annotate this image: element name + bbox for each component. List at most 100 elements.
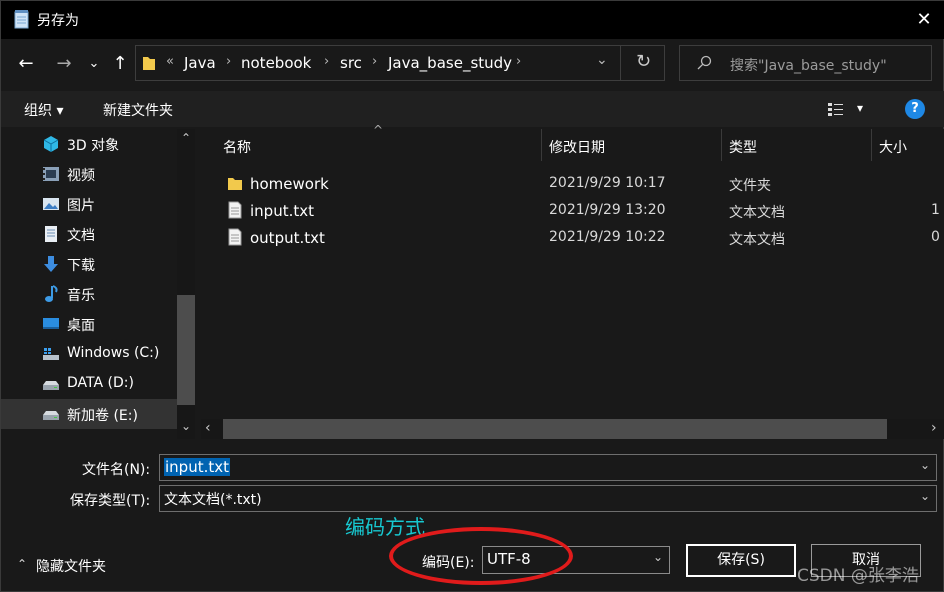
- file-date: 2021/9/29 10:22: [549, 229, 666, 245]
- navigation-pane: 3D 对象 视频 图片 文档 下载 音乐 桌面 Windows (C:) DAT…: [1, 129, 197, 439]
- view-options-icon[interactable]: [827, 101, 845, 117]
- text-file-icon: [228, 201, 242, 219]
- search-input[interactable]: 搜索"Java_base_study": [730, 55, 887, 75]
- sidebar-item-label: 新加卷 (E:): [67, 408, 138, 424]
- close-icon[interactable]: ✕: [909, 5, 939, 35]
- help-icon[interactable]: ?: [905, 99, 925, 119]
- view-dropdown-arrow[interactable]: ▾: [857, 101, 863, 115]
- sidebar-item-label: 视频: [67, 168, 95, 184]
- sort-ascending-icon: ^: [373, 123, 384, 137]
- sidebar-item-desktop[interactable]: 桌面: [1, 309, 177, 339]
- sidebar-item-drive-c[interactable]: Windows (C:): [1, 339, 177, 369]
- drive-e-icon: [43, 411, 59, 420]
- filetype-label: 保存类型(T):: [70, 493, 151, 509]
- column-header-name[interactable]: 名称: [223, 137, 251, 157]
- address-bar[interactable]: « Java › notebook › src › Java_base_stud…: [135, 45, 665, 81]
- sidebar-item-pictures[interactable]: 图片: [1, 189, 177, 219]
- sidebar-item-drive-d[interactable]: DATA (D:): [1, 369, 177, 399]
- filetype-value: 文本文档(*.txt): [164, 492, 262, 508]
- file-type: 文件夹: [729, 178, 771, 194]
- column-header-type[interactable]: 类型: [729, 137, 757, 157]
- scroll-left-icon[interactable]: ‹: [205, 420, 211, 436]
- sidebar-item-label: DATA (D:): [67, 375, 134, 391]
- drive-d-icon: [43, 381, 59, 390]
- column-divider[interactable]: [721, 129, 722, 161]
- annotation-oval: [389, 527, 573, 585]
- file-row-homework[interactable]: homework 2021/9/29 10:17 文件夹: [201, 170, 944, 197]
- text-file-icon: [228, 228, 242, 246]
- file-row-input[interactable]: input.txt 2021/9/29 13:20 文本文档 1: [201, 197, 944, 224]
- column-header-date[interactable]: 修改日期: [549, 137, 605, 157]
- filename-label: 文件名(N):: [82, 462, 151, 478]
- filetype-select[interactable]: 文本文档(*.txt) ⌄: [159, 485, 937, 512]
- file-row-output[interactable]: output.txt 2021/9/29 10:22 文本文档 0: [201, 224, 944, 251]
- folder-icon: [228, 178, 242, 190]
- sidebar-item-label: 文档: [67, 228, 95, 244]
- breadcrumb-notebook[interactable]: notebook: [241, 54, 311, 72]
- new-folder-button[interactable]: 新建文件夹: [103, 100, 173, 120]
- desktop-icon: [43, 318, 59, 329]
- sidebar-item-music[interactable]: 音乐: [1, 279, 177, 309]
- filename-input[interactable]: input.txt: [164, 458, 230, 476]
- file-date: 2021/9/29 10:17: [549, 175, 666, 191]
- search-icon: [697, 55, 712, 70]
- chevron-down-icon[interactable]: ⌄: [596, 52, 608, 68]
- notepad-icon: [14, 10, 29, 29]
- window-title: 另存为: [37, 13, 79, 29]
- music-icon: [45, 285, 58, 302]
- organize-button[interactable]: 组织 ▾: [24, 100, 63, 120]
- file-size: 0: [931, 229, 940, 245]
- breadcrumb-src[interactable]: src: [340, 54, 362, 72]
- watermark: CSDN @张李浩: [797, 566, 919, 586]
- downloads-icon: [44, 256, 58, 272]
- file-type: 文本文档: [729, 205, 785, 221]
- chevron-down-icon[interactable]: ⌄: [920, 458, 930, 472]
- up-button[interactable]: ↑: [107, 51, 133, 77]
- horizontal-scroll-thumb[interactable]: [223, 419, 887, 439]
- 3d-objects-icon: [43, 136, 59, 152]
- column-divider[interactable]: [541, 129, 542, 161]
- sidebar-item-label: 桌面: [67, 318, 95, 334]
- column-divider[interactable]: [871, 129, 872, 161]
- recent-locations-button[interactable]: ⌄: [85, 51, 103, 77]
- breadcrumb-separator[interactable]: ›: [372, 54, 377, 69]
- sidebar-scroll-thumb[interactable]: [177, 295, 195, 405]
- sidebar-item-label: 音乐: [67, 288, 95, 304]
- chevron-up-icon[interactable]: ⌃: [17, 557, 27, 571]
- back-button[interactable]: ←: [13, 51, 39, 77]
- sidebar-item-3d-objects[interactable]: 3D 对象: [1, 129, 177, 159]
- forward-button[interactable]: →: [51, 51, 77, 77]
- scroll-up-icon[interactable]: ⌃: [177, 131, 195, 145]
- search-box[interactable]: 搜索"Java_base_study": [679, 45, 932, 81]
- divider: [620, 46, 621, 80]
- filename-field[interactable]: input.txt ⌄: [159, 454, 937, 481]
- scroll-right-icon[interactable]: ›: [931, 420, 937, 436]
- sidebar-item-label: 3D 对象: [67, 138, 120, 154]
- sidebar-item-drive-e[interactable]: 新加卷 (E:): [1, 399, 177, 429]
- chevron-down-icon[interactable]: ⌄: [653, 550, 663, 564]
- file-date: 2021/9/29 13:20: [549, 202, 666, 218]
- file-type: 文本文档: [729, 232, 785, 248]
- scroll-down-icon[interactable]: ⌄: [177, 419, 195, 433]
- drive-c-icon: [43, 348, 59, 360]
- breadcrumb-separator[interactable]: ›: [516, 54, 521, 69]
- column-header-size[interactable]: 大小: [879, 137, 907, 157]
- folder-icon: [143, 57, 155, 70]
- file-name: output.txt: [250, 229, 325, 247]
- sidebar-item-downloads[interactable]: 下载: [1, 249, 177, 279]
- breadcrumb-separator[interactable]: ›: [324, 54, 329, 69]
- title-bar: [1, 1, 944, 39]
- chevron-down-icon[interactable]: ⌄: [920, 489, 930, 503]
- breadcrumb-java-base-study[interactable]: Java_base_study: [388, 54, 512, 72]
- video-icon: [43, 167, 59, 181]
- address-overflow[interactable]: «: [166, 54, 174, 69]
- breadcrumb-separator[interactable]: ›: [226, 54, 231, 69]
- file-name: input.txt: [250, 202, 314, 220]
- refresh-icon[interactable]: ↻: [636, 51, 651, 72]
- file-name: homework: [250, 175, 329, 193]
- breadcrumb-java[interactable]: Java: [184, 54, 216, 72]
- sidebar-item-videos[interactable]: 视频: [1, 159, 177, 189]
- save-button[interactable]: 保存(S): [686, 544, 796, 577]
- sidebar-item-documents[interactable]: 文档: [1, 219, 177, 249]
- hide-folders-button[interactable]: 隐藏文件夹: [36, 556, 106, 576]
